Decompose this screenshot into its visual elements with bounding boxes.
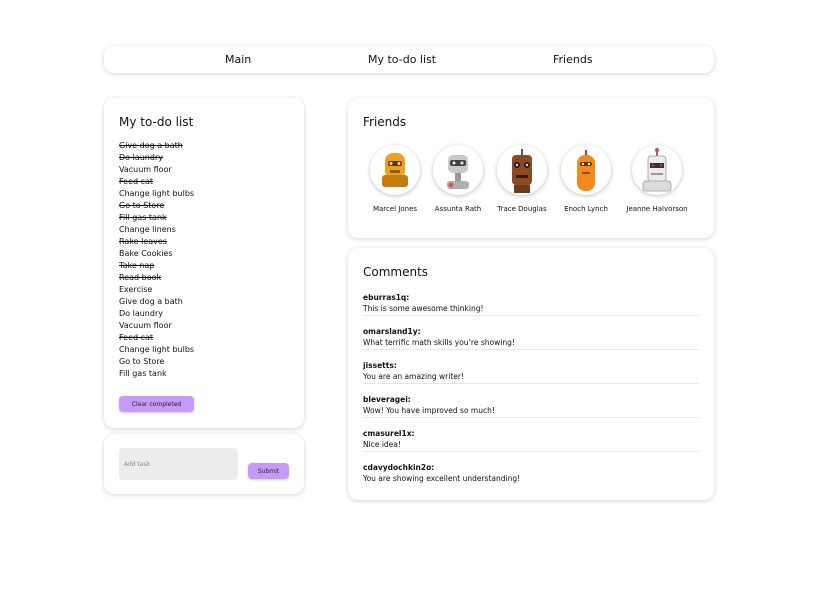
comment-author: cmasurel1x: [363, 429, 415, 438]
todo-item[interactable]: Change light bulbs [119, 344, 194, 356]
todo-item[interactable]: Feed cat [119, 332, 194, 344]
todo-item[interactable]: Feed cat [119, 176, 194, 188]
orange-robot-avatar [561, 145, 611, 195]
comment-item: bleveragei: Wow! You have improved so mu… [363, 394, 699, 428]
todo-item[interactable]: Vacuum floor [119, 320, 194, 332]
nav-friends[interactable]: Friends [553, 53, 593, 66]
submit-button[interactable]: Submit [248, 463, 289, 479]
add-task-input[interactable] [119, 448, 238, 480]
comment-item: cdavydochkin2o: You are showing excellen… [363, 462, 699, 496]
todo-item[interactable]: Go to Store [119, 200, 194, 212]
todo-item[interactable]: Read book [119, 272, 194, 284]
todo-card: My to-do list Give dog a bath Do laundry… [104, 98, 304, 428]
todo-item[interactable]: Fill gas tank [119, 212, 194, 224]
comment-item: jissetts: You are an amazing writer! [363, 360, 699, 394]
comment-text: Nice idea! [363, 439, 699, 452]
todo-item[interactable]: Rake leaves [119, 236, 194, 248]
todo-item[interactable]: Bake Cookies [119, 248, 194, 260]
comment-text: You are showing excellent understanding! [363, 474, 521, 483]
todo-list: Give dog a bath Do laundry Vacuum floor … [119, 140, 194, 380]
friends-card: Friends Marcel Jones Assunta Rath Trace … [348, 98, 714, 238]
top-nav: Main My to-do list Friends [104, 46, 714, 73]
todo-item[interactable]: Exercise [119, 284, 194, 296]
todo-item[interactable]: Change light bulbs [119, 188, 194, 200]
comment-text: You are an amazing writer! [363, 371, 699, 384]
todo-item[interactable]: Take nap [119, 260, 194, 272]
todo-item[interactable]: Do laundry [119, 152, 194, 164]
comment-author: omarsland1y: [363, 327, 421, 336]
comment-text: What terrific math skills you’re showing… [363, 337, 699, 350]
orange-robot-avatar [370, 145, 420, 195]
todo-title: My to-do list [119, 115, 194, 129]
comment-item: omarsland1y: What terrific math skills y… [363, 326, 699, 360]
brown-robot-avatar [497, 145, 547, 195]
nav-my-todo-list[interactable]: My to-do list [368, 53, 436, 66]
todo-item[interactable]: Do laundry [119, 308, 194, 320]
comment-item: eburras1q: This is some awesome thinking… [363, 292, 699, 326]
friend-jeanne-halvorson[interactable]: Jeanne Halvorson [617, 145, 697, 213]
white-robot-avatar [632, 145, 682, 195]
gray-robot-avatar [433, 145, 483, 195]
friend-enoch-lynch[interactable]: Enoch Lynch [546, 145, 626, 213]
todo-item[interactable]: Give dog a bath [119, 140, 194, 152]
friend-name: Enoch Lynch [564, 205, 608, 213]
comment-item: cmasurel1x: Nice idea! [363, 428, 699, 462]
comment-list: eburras1q: This is some awesome thinking… [363, 292, 699, 496]
todo-item[interactable]: Vacuum floor [119, 164, 194, 176]
comments-card: Comments eburras1q: This is some awesome… [348, 248, 714, 500]
comment-author: cdavydochkin2o: [363, 463, 435, 472]
todo-item[interactable]: Give dog a bath [119, 296, 194, 308]
clear-completed-button[interactable]: Clear completed [119, 396, 194, 412]
nav-main[interactable]: Main [225, 53, 251, 66]
add-task-card: Submit [104, 434, 304, 494]
friend-name: Jeanne Halvorson [626, 205, 688, 213]
comment-text: Wow! You have improved so much! [363, 405, 699, 418]
todo-item[interactable]: Fill gas tank [119, 368, 194, 380]
comment-text: This is some awesome thinking! [363, 303, 699, 316]
todo-item[interactable]: Change linens [119, 224, 194, 236]
comments-title: Comments [363, 265, 429, 279]
friends-title: Friends [363, 115, 407, 129]
todo-item[interactable]: Go to Store [119, 356, 194, 368]
comment-author: eburras1q: [363, 293, 410, 302]
comment-author: bleveragei: [363, 395, 411, 404]
comment-author: jissetts: [363, 361, 397, 370]
